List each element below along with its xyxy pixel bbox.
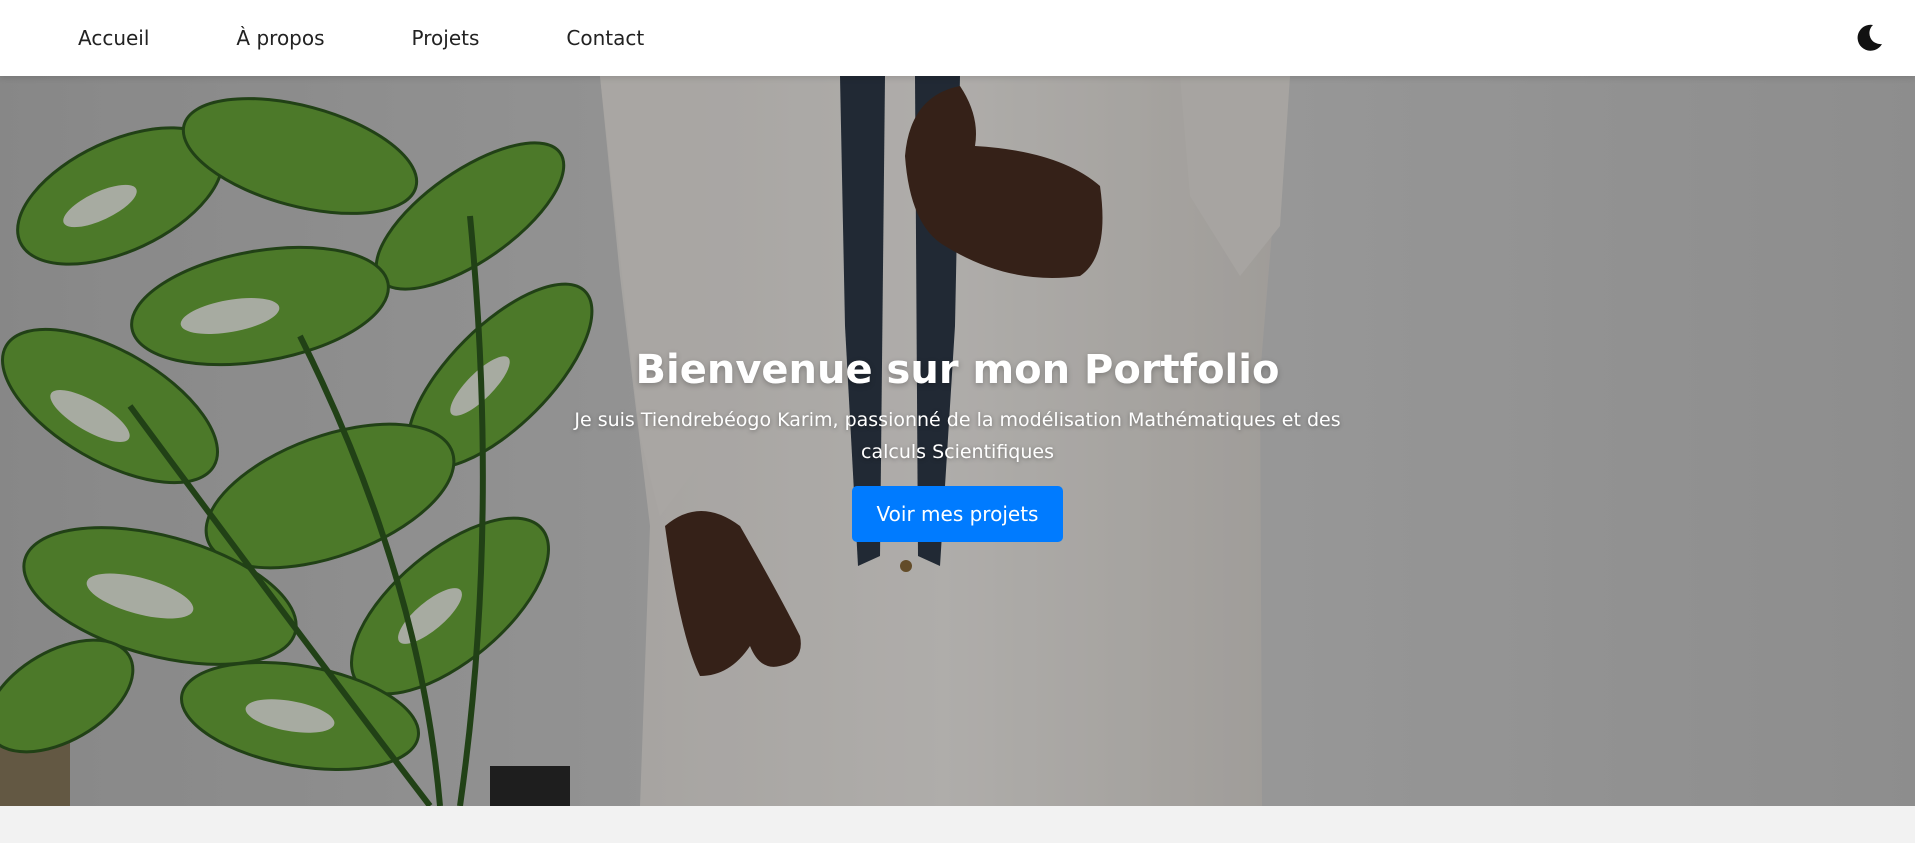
hero-title: Bienvenue sur mon Portfolio: [635, 347, 1280, 393]
view-projects-button[interactable]: Voir mes projets: [851, 486, 1064, 542]
hero-subtitle: Je suis Tiendrebéogo Karim, passionné de…: [574, 409, 1341, 463]
moon-icon[interactable]: [1853, 22, 1885, 54]
nav-link-projets[interactable]: Projets: [412, 26, 480, 50]
nav-link-a-propos[interactable]: À propos: [236, 26, 324, 50]
nav-link-contact[interactable]: Contact: [566, 26, 644, 50]
nav-link-accueil[interactable]: Accueil: [78, 26, 149, 50]
hero-section: Bienvenue sur mon Portfolio Je suis Tien…: [0, 76, 1915, 806]
top-navbar: Accueil À propos Projets Contact: [0, 0, 1915, 76]
hero-content: Bienvenue sur mon Portfolio Je suis Tien…: [0, 346, 1915, 542]
page-footer-strip: [0, 806, 1915, 843]
nav-links: Accueil À propos Projets Contact: [78, 0, 731, 76]
